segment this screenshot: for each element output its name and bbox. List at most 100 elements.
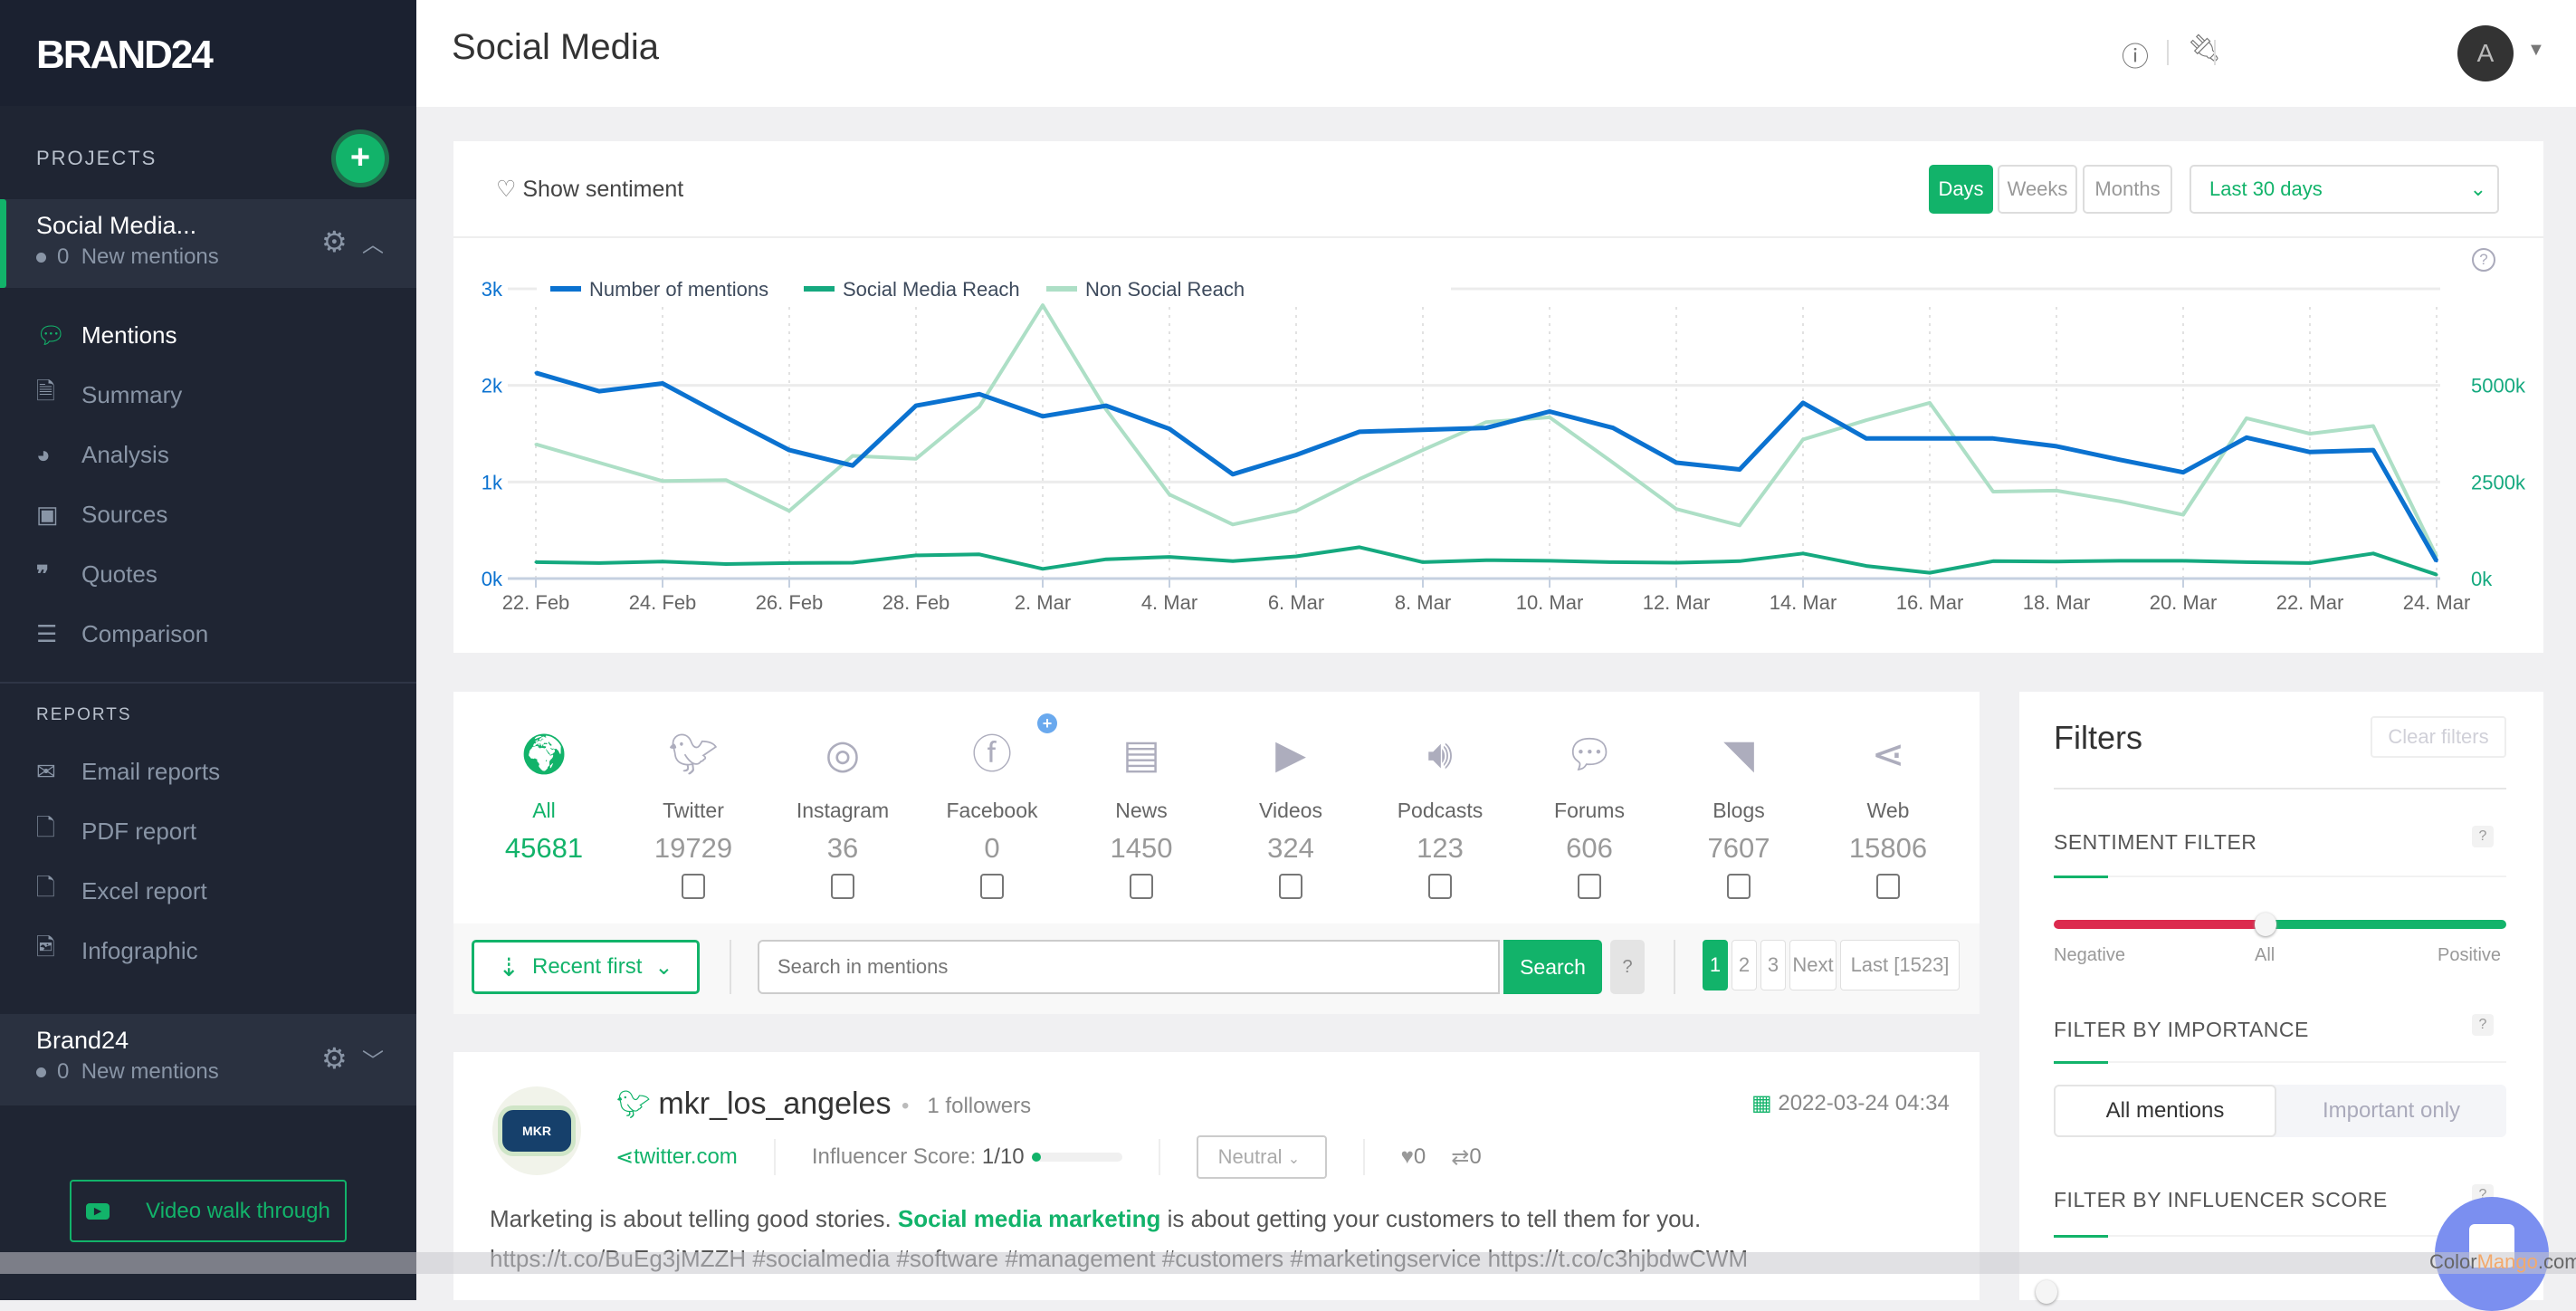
importance-toggle: All mentions Important only xyxy=(2054,1085,2506,1137)
source-twitter[interactable]: 🐦︎Twitter19729 xyxy=(625,728,761,899)
source-videos[interactable]: ▶Videos324 xyxy=(1223,728,1359,899)
project-social-media[interactable]: Social Media... 0 New mentions ⚙ ︿ xyxy=(0,199,416,288)
data-point xyxy=(1929,401,1932,404)
source-podcasts[interactable]: 🔊︎Podcasts123 xyxy=(1372,728,1508,899)
source-label: Web xyxy=(1820,799,1956,823)
sidebar-item-sources[interactable]: ▣Sources xyxy=(36,496,167,532)
help-icon[interactable]: ? xyxy=(2472,1014,2494,1036)
source-all[interactable]: 🌍︎All45681 xyxy=(476,728,612,865)
author-avatar[interactable]: MKR xyxy=(492,1086,581,1175)
source-blogs[interactable]: ◥Blogs7607 xyxy=(1671,728,1807,899)
all-mentions-option[interactable]: All mentions xyxy=(2054,1085,2276,1137)
data-point xyxy=(852,561,854,564)
clear-filters-button[interactable]: Clear filters xyxy=(2371,716,2506,758)
data-point xyxy=(1992,437,1995,440)
x-tick-label: 22. Feb xyxy=(502,591,570,614)
source-domain-link[interactable]: twitter.com xyxy=(634,1144,738,1170)
username: mkr_los_angeles xyxy=(658,1086,891,1121)
add-project-button[interactable]: + xyxy=(336,134,385,183)
data-point xyxy=(852,464,854,467)
excel-file-icon: 🗋 xyxy=(36,871,81,911)
sidebar-item-quotes[interactable]: ❞Quotes xyxy=(36,556,157,592)
source-checkbox[interactable] xyxy=(1130,874,1153,899)
brand-logo[interactable]: BRAND24 xyxy=(36,33,212,78)
gear-icon[interactable]: ⚙ xyxy=(321,1041,348,1076)
mentions-chart-card: ♡ Show sentiment Days Weeks Months Last … xyxy=(453,141,2543,653)
plug-icon[interactable]: 🔌︎ xyxy=(2187,33,2221,64)
chevron-down-icon: ⌄ xyxy=(1288,1152,1300,1167)
source-count: 36 xyxy=(775,832,911,865)
sidebar-item-email-reports[interactable]: ✉Email reports xyxy=(36,753,220,789)
data-point xyxy=(1802,438,1805,441)
mention-date: ▦ 2022-03-24 04:34 xyxy=(1751,1090,1950,1116)
data-point xyxy=(2309,433,2312,435)
sidebar-item-analysis[interactable]: ◕Analysis xyxy=(36,436,169,473)
source-news[interactable]: ▤News1450 xyxy=(1073,728,1209,899)
sidebar-item-mentions[interactable]: 💬︎Mentions xyxy=(36,317,177,353)
help-icon[interactable]: ? xyxy=(2472,826,2494,847)
sort-dropdown[interactable]: ⇣Recent first⌄ xyxy=(472,940,700,994)
sidebar-item-pdf-report[interactable]: 🗋PDF report xyxy=(36,813,196,849)
page-3-button[interactable]: 3 xyxy=(1760,940,1786,990)
video-walkthrough-button[interactable]: ▶Video walk through xyxy=(70,1180,347,1242)
chevron-down-icon[interactable]: ﹀ xyxy=(362,1043,384,1075)
source-checkbox[interactable] xyxy=(831,874,854,899)
source-facebook[interactable]: ⓕFacebook0 xyxy=(924,728,1060,899)
new-label: New mentions xyxy=(81,1059,219,1084)
y-right-tick-label: 2500k xyxy=(2471,471,2526,493)
source-instagram[interactable]: ◎Instagram36 xyxy=(775,728,911,899)
data-point xyxy=(1739,524,1741,527)
sidebar-item-infographic[interactable]: 🖻Infographic xyxy=(36,933,198,969)
data-point xyxy=(1359,478,1361,481)
project-brand24[interactable]: Brand24 0 New mentions ⚙ ﹀ xyxy=(0,1014,416,1105)
comparison-icon: ☰ xyxy=(36,620,81,648)
source-checkbox[interactable] xyxy=(682,874,705,899)
chevron-up-icon[interactable]: ︿ xyxy=(362,226,384,258)
data-point xyxy=(1042,568,1045,570)
sources-card: 🌍︎All45681🐦︎Twitter19729◎Instagram36ⓕFac… xyxy=(453,692,1980,1014)
x-tick-label: 14. Mar xyxy=(1770,591,1837,614)
speaker-icon: 🔊︎ xyxy=(1372,728,1508,782)
data-point xyxy=(1105,558,1108,560)
source-forums[interactable]: 💬︎Forums606 xyxy=(1522,728,1657,899)
gear-icon[interactable]: ⚙ xyxy=(321,225,348,259)
sentiment-select[interactable]: Neutral ⌄ xyxy=(1197,1135,1327,1179)
source-checkbox[interactable] xyxy=(980,874,1004,899)
sentiment-slider-handle[interactable] xyxy=(2255,913,2276,936)
data-point xyxy=(1295,555,1298,558)
help-icon[interactable]: ⓘ xyxy=(2122,34,2149,74)
sidebar-item-summary[interactable]: 🗎Summary xyxy=(36,377,182,413)
page-1-button[interactable]: 1 xyxy=(1703,940,1728,990)
source-checkbox[interactable] xyxy=(1578,874,1601,899)
sentiment-slider-track[interactable] xyxy=(2054,920,2506,929)
caret-down-icon[interactable]: ▼ xyxy=(2527,40,2545,61)
new-label: New mentions xyxy=(81,244,219,269)
legend-label: Non Social Reach xyxy=(1085,278,1245,301)
influencer-slider-handle[interactable] xyxy=(2036,1280,2057,1304)
data-point xyxy=(535,371,538,374)
source-checkbox[interactable] xyxy=(1727,874,1751,899)
author-name[interactable]: 🐦︎ mkr_los_angeles xyxy=(616,1086,891,1122)
source-count: 123 xyxy=(1372,832,1508,865)
source-web[interactable]: ⋖Web15806 xyxy=(1820,728,1956,899)
data-point xyxy=(598,390,601,393)
page-2-button[interactable]: 2 xyxy=(1732,940,1757,990)
source-checkbox[interactable] xyxy=(1876,874,1900,899)
search-input[interactable] xyxy=(758,940,1500,994)
source-checkbox[interactable] xyxy=(1428,874,1452,899)
mentions-toolbar: ⇣Recent first⌄ Search ? 1 2 3 Next Last … xyxy=(453,923,1980,1014)
sidebar-item-excel-report[interactable]: 🗋Excel report xyxy=(36,873,207,909)
retweets-count: 0 xyxy=(1469,1144,1481,1170)
data-point xyxy=(1675,508,1678,511)
last-page-button[interactable]: Last [1523] xyxy=(1840,940,1960,990)
sidebar: BRAND24 PROJECTS + Social Media... 0 New… xyxy=(0,0,416,1300)
next-page-button[interactable]: Next xyxy=(1789,940,1837,990)
sidebar-item-comparison[interactable]: ☰Comparison xyxy=(36,616,208,652)
search-help-button[interactable]: ? xyxy=(1610,940,1645,994)
add-facebook-icon[interactable]: + xyxy=(1037,713,1057,733)
user-avatar[interactable]: A xyxy=(2457,25,2514,81)
important-only-option[interactable]: Important only xyxy=(2276,1085,2506,1137)
search-button[interactable]: Search xyxy=(1503,940,1602,994)
source-count: 0 xyxy=(924,832,1060,865)
source-checkbox[interactable] xyxy=(1279,874,1302,899)
